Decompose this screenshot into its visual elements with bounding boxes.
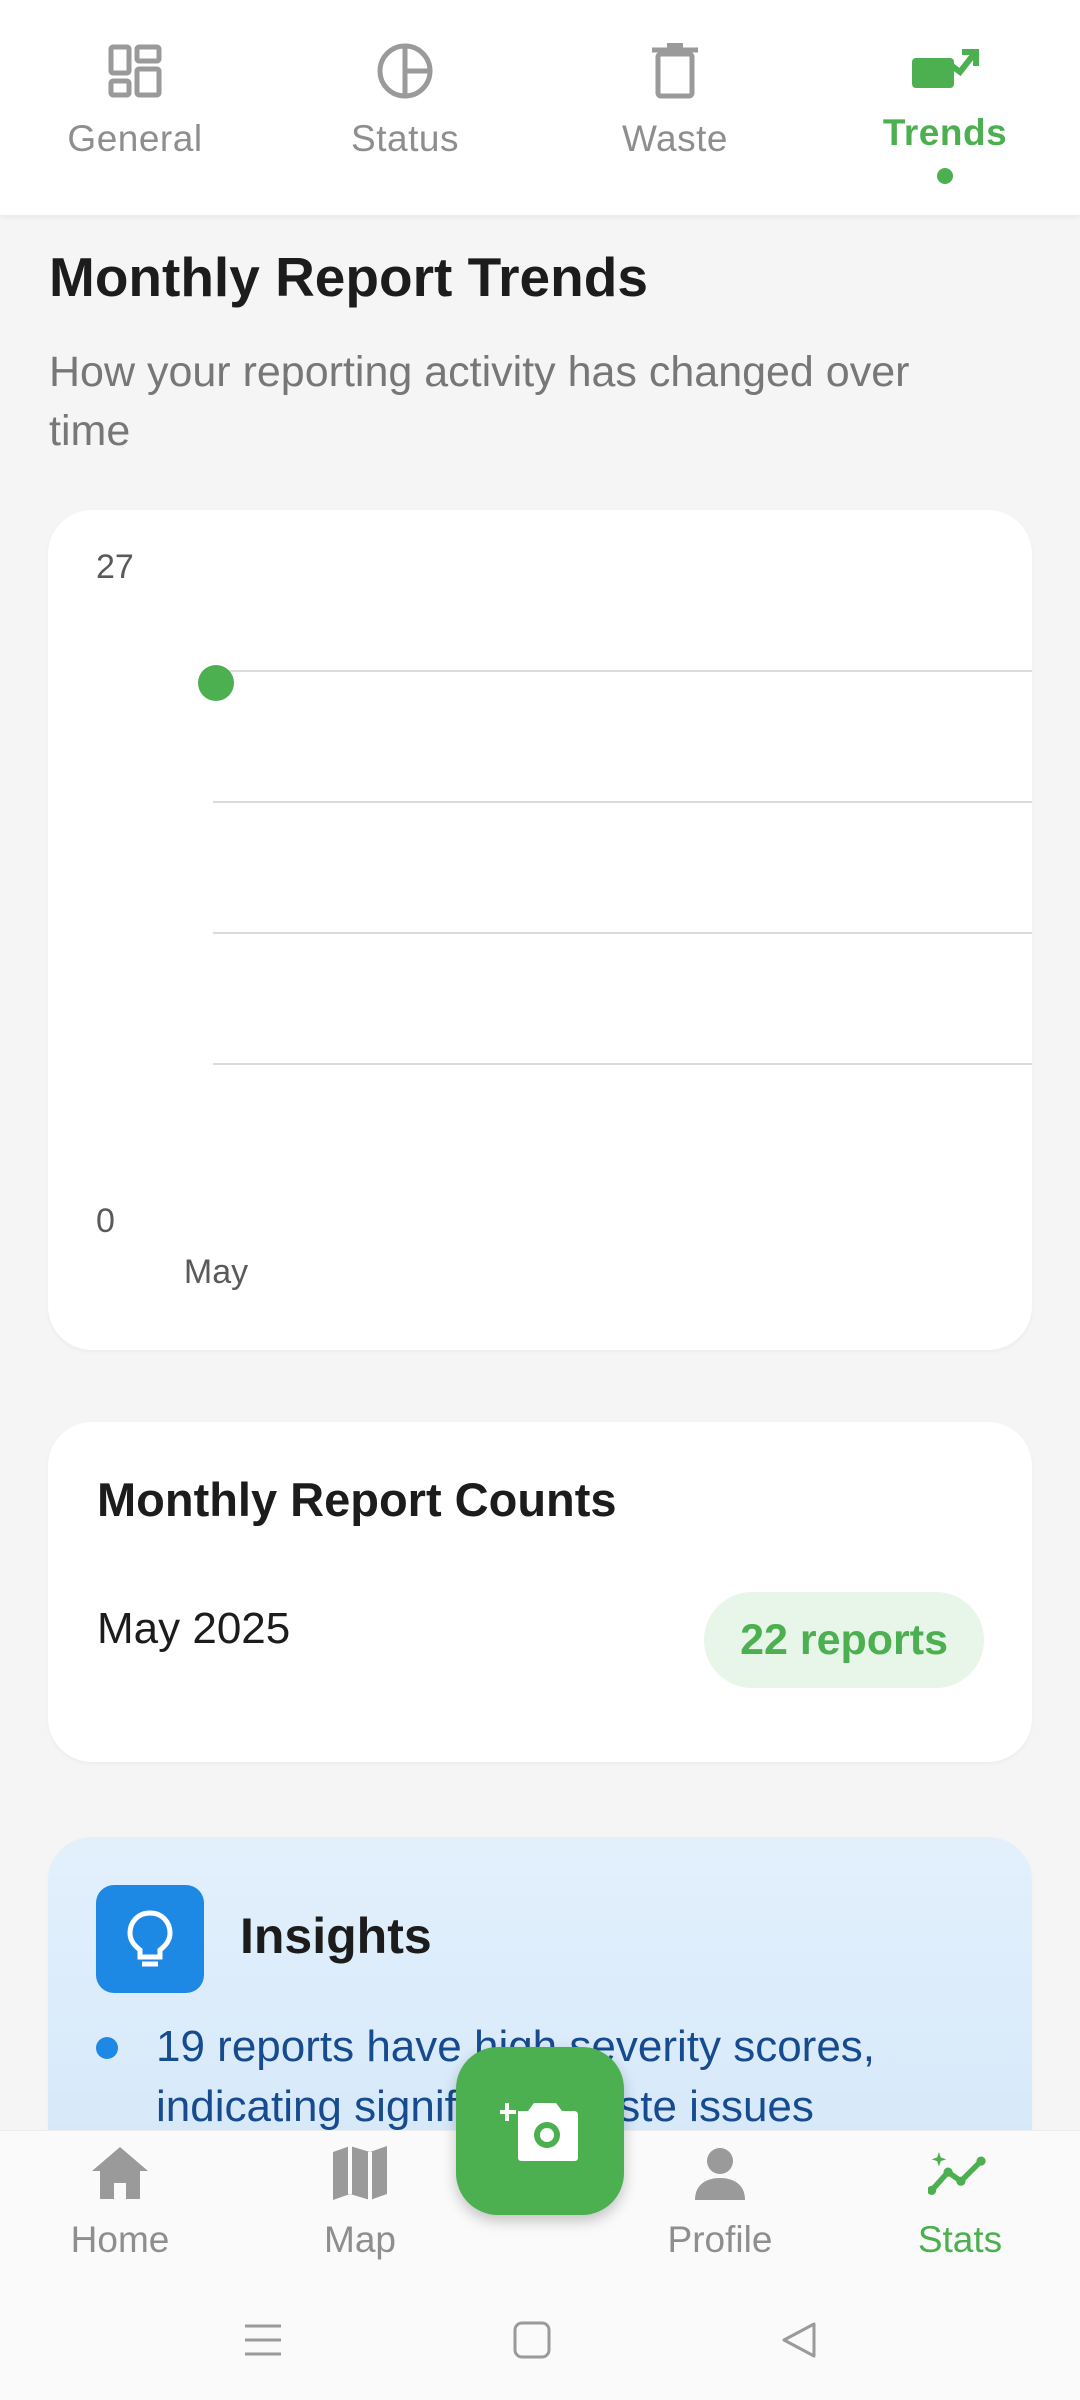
x-axis-labels: May <box>184 1253 248 1291</box>
report-count-badge: 22 reports <box>704 1592 984 1688</box>
insight-bullet <box>96 2037 118 2059</box>
recents-button[interactable] <box>233 2310 293 2370</box>
data-point[interactable] <box>198 664 234 701</box>
nav-stats[interactable]: Stats <box>840 2131 1080 2280</box>
y-axis-min-label: 0 <box>96 1202 115 1240</box>
person-icon <box>688 2141 752 2205</box>
count-month-label: May 2025 <box>97 1604 291 1653</box>
nav-label: Map <box>324 2219 396 2260</box>
add-photo-button[interactable] <box>456 2047 624 2215</box>
trend-chart-card: 27 0 May <box>48 510 1032 1350</box>
back-triangle-icon <box>782 2322 816 2358</box>
nav-label: Stats <box>917 2219 1003 2260</box>
chart-series <box>198 664 234 701</box>
nav-label: Profile <box>667 2219 773 2260</box>
nav-label: Home <box>70 2219 170 2260</box>
nav-profile[interactable]: Profile <box>600 2131 840 2280</box>
nav-map[interactable]: Map <box>240 2131 480 2280</box>
tab-trends[interactable]: Trends <box>810 0 1080 215</box>
tab-label: Trends <box>882 112 1008 153</box>
lightbulb-icon <box>96 1885 204 1993</box>
tab-status[interactable]: Status <box>270 0 540 215</box>
system-navigation-bar <box>0 2280 1080 2400</box>
y-axis-max-label: 27 <box>96 548 134 586</box>
monthly-counts-card: Monthly Report Counts May 2025 22 report… <box>48 1422 1032 1762</box>
dashboard-icon <box>100 36 170 106</box>
square-icon <box>513 2321 551 2359</box>
trash-icon <box>640 36 710 106</box>
active-tab-indicator <box>937 168 953 184</box>
trending-up-icon <box>910 36 980 106</box>
tab-label: General <box>67 118 203 159</box>
x-axis-tick-label: May <box>184 1253 248 1291</box>
page-title: Monthly Report Trends <box>49 246 648 308</box>
chart-grid <box>213 670 1032 1065</box>
counts-title: Monthly Report Counts <box>97 1473 617 1526</box>
nav-home[interactable]: Home <box>0 2131 240 2280</box>
insights-icon <box>928 2141 992 2205</box>
stats-content[interactable]: Monthly Report Trends How your reporting… <box>0 215 1080 2130</box>
pie-chart-icon <box>370 36 440 106</box>
back-button[interactable] <box>768 2310 828 2370</box>
tab-label: Waste <box>622 118 728 159</box>
top-tab-bar: General Status Waste Trends <box>0 0 1080 215</box>
tab-label: Status <box>351 118 459 159</box>
page-subtitle: How your reporting activity has changed … <box>49 348 910 455</box>
add-photo-icon <box>498 2095 580 2168</box>
map-icon <box>328 2141 392 2205</box>
tab-waste[interactable]: Waste <box>540 0 810 215</box>
trend-chart: 27 0 May <box>96 548 1032 1291</box>
home-system-button[interactable] <box>502 2310 562 2370</box>
home-icon <box>88 2141 152 2205</box>
insights-title: Insights <box>240 1908 432 1964</box>
tab-general[interactable]: General <box>0 0 270 215</box>
menu-icon <box>245 2324 281 2356</box>
